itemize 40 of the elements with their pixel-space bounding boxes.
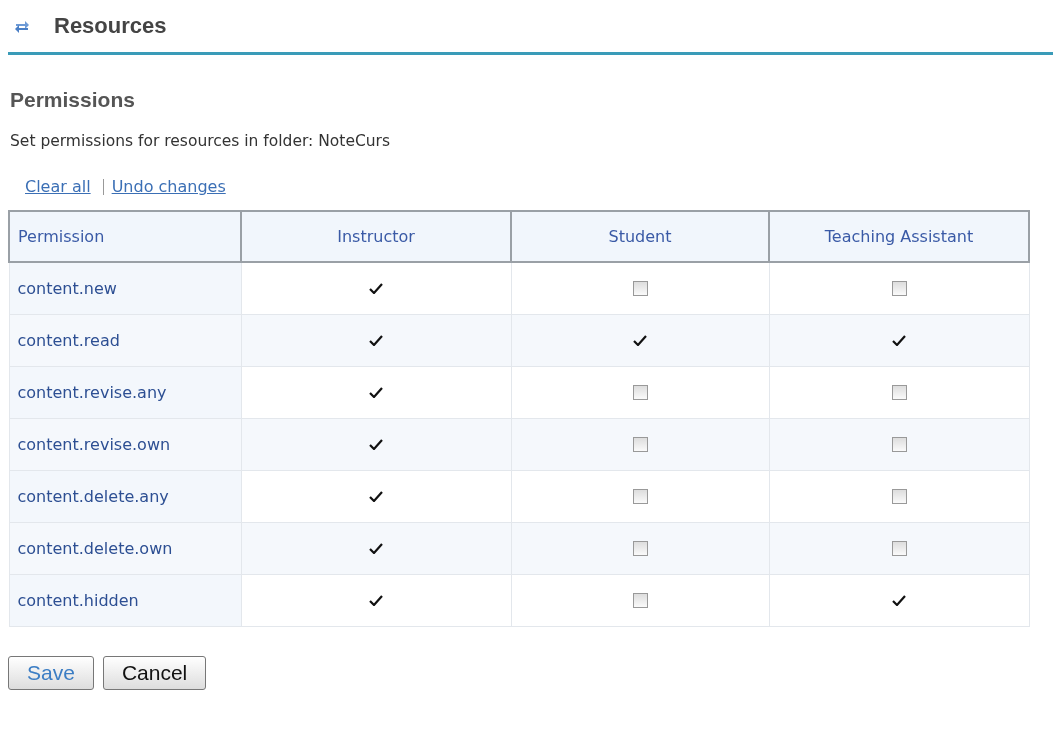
check-icon xyxy=(369,386,383,398)
check-icon xyxy=(369,542,383,554)
table-cell: content.read xyxy=(9,314,241,366)
save-button[interactable]: Save xyxy=(8,655,94,690)
check-icon xyxy=(369,334,383,346)
checkbox[interactable] xyxy=(891,540,907,556)
page-title: Resources xyxy=(54,13,167,39)
column-header: Teaching Assistant xyxy=(769,211,1029,262)
table-cell: content.hidden xyxy=(9,574,241,626)
check-icon xyxy=(892,594,906,606)
checkbox[interactable] xyxy=(632,488,648,504)
checkbox[interactable] xyxy=(632,436,648,452)
text-link[interactable]: Undo changes xyxy=(111,177,226,196)
checkbox[interactable] xyxy=(891,280,907,296)
checkbox[interactable] xyxy=(632,280,648,296)
table-cell: content.new xyxy=(9,262,241,314)
table-cell: content.revise.own xyxy=(9,418,241,470)
column-header: Permission xyxy=(9,211,241,262)
checkbox[interactable] xyxy=(632,384,648,400)
checkbox[interactable] xyxy=(632,540,648,556)
checkbox[interactable] xyxy=(632,592,648,608)
description-text: Set permissions for resources in folder: NoteCurs xyxy=(10,132,392,150)
refresh-icon xyxy=(14,18,30,34)
check-icon xyxy=(633,334,647,346)
check-icon xyxy=(369,490,383,502)
table-cell: content.delete.any xyxy=(9,470,241,522)
checkbox[interactable] xyxy=(891,384,907,400)
column-header: Instructor xyxy=(241,211,511,262)
check-icon xyxy=(892,334,906,346)
table-cell: content.delete.own xyxy=(9,522,241,574)
column-header: Student xyxy=(511,211,769,262)
check-icon xyxy=(369,594,383,606)
checkbox[interactable] xyxy=(891,488,907,504)
check-icon xyxy=(369,438,383,450)
text-link[interactable]: Clear all xyxy=(25,177,91,196)
table-cell: content.revise.any xyxy=(9,366,241,418)
section-heading: Permissions xyxy=(10,88,136,112)
check-icon xyxy=(369,282,383,295)
cancel-button[interactable]: Cancel xyxy=(102,655,207,690)
checkbox[interactable] xyxy=(891,436,907,452)
